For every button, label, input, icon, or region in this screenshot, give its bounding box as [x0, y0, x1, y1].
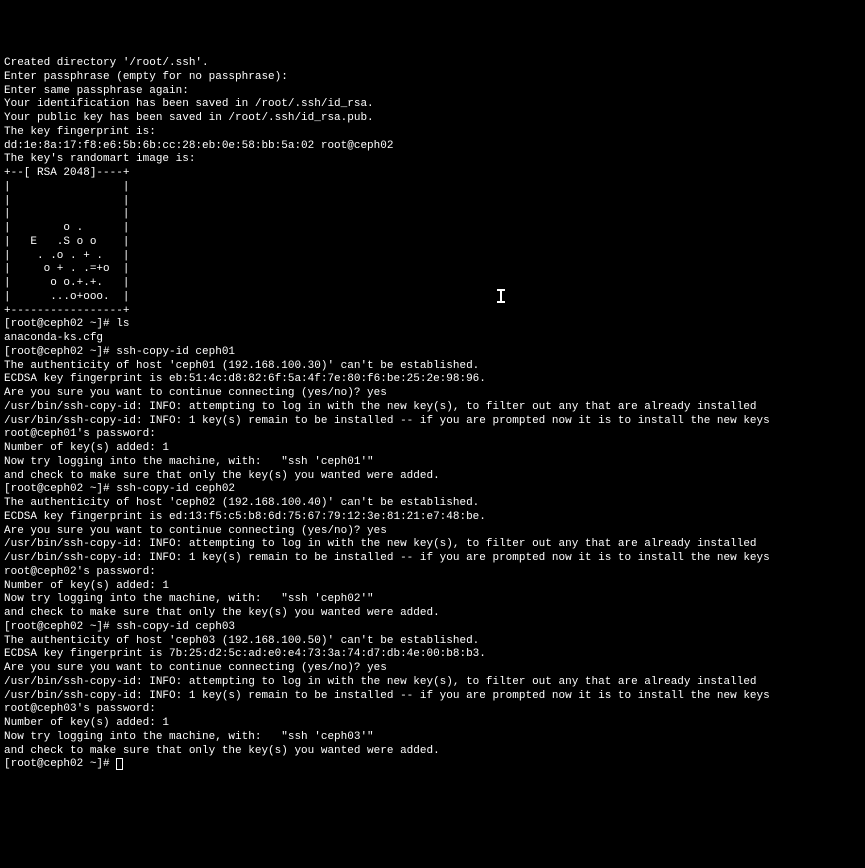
terminal-line: Created directory '/root/.ssh'. [4, 57, 861, 71]
terminal-line: and check to make sure that only the key… [4, 745, 861, 759]
terminal-line: Your identification has been saved in /r… [4, 98, 861, 112]
terminal-line: The authenticity of host 'ceph03 (192.16… [4, 635, 861, 649]
terminal-line: ECDSA key fingerprint is eb:51:4c:d8:82:… [4, 373, 861, 387]
terminal-line: root@ceph02's password: [4, 566, 861, 580]
terminal-line: /usr/bin/ssh-copy-id: INFO: 1 key(s) rem… [4, 415, 861, 429]
terminal[interactable]: Created directory '/root/.ssh'.Enter pas… [4, 57, 861, 758]
terminal-line: +--[ RSA 2048]----+ [4, 167, 861, 181]
terminal-line: | o + . .=+o | [4, 263, 861, 277]
terminal-line: Now try logging into the machine, with: … [4, 456, 861, 470]
terminal-line: | . .o . + . | [4, 250, 861, 264]
terminal-line: /usr/bin/ssh-copy-id: INFO: attempting t… [4, 676, 861, 690]
terminal-line: Are you sure you want to continue connec… [4, 387, 861, 401]
cursor-block [116, 758, 123, 770]
terminal-line: Enter same passphrase again: [4, 85, 861, 99]
terminal-line: Number of key(s) added: 1 [4, 580, 861, 594]
terminal-line: /usr/bin/ssh-copy-id: INFO: 1 key(s) rem… [4, 552, 861, 566]
terminal-line: Your public key has been saved in /root/… [4, 112, 861, 126]
terminal-line: | | [4, 195, 861, 209]
terminal-line: Number of key(s) added: 1 [4, 442, 861, 456]
terminal-line: | | [4, 208, 861, 222]
terminal-line: root@ceph03's password: [4, 703, 861, 717]
terminal-line: root@ceph01's password: [4, 428, 861, 442]
terminal-line: [root@ceph02 ~]# ssh-copy-id ceph01 [4, 346, 861, 360]
terminal-line: [root@ceph02 ~]# ls [4, 318, 861, 332]
terminal-line: ECDSA key fingerprint is ed:13:f5:c5:b8:… [4, 511, 861, 525]
terminal-line: and check to make sure that only the key… [4, 607, 861, 621]
terminal-line: The key fingerprint is: [4, 126, 861, 140]
terminal-line: Now try logging into the machine, with: … [4, 731, 861, 745]
terminal-line: +-----------------+ [4, 305, 861, 319]
terminal-line: Now try logging into the machine, with: … [4, 593, 861, 607]
terminal-line: [root@ceph02 ~]# ssh-copy-id ceph02 [4, 483, 861, 497]
terminal-line: ECDSA key fingerprint is 7b:25:d2:5c:ad:… [4, 648, 861, 662]
terminal-line: | o . | [4, 222, 861, 236]
terminal-line: The authenticity of host 'ceph02 (192.16… [4, 497, 861, 511]
terminal-line: | E .S o o | [4, 236, 861, 250]
terminal-line: | ...o+ooo. | [4, 291, 861, 305]
terminal-line: and check to make sure that only the key… [4, 470, 861, 484]
terminal-line: anaconda-ks.cfg [4, 332, 861, 346]
terminal-line: /usr/bin/ssh-copy-id: INFO: 1 key(s) rem… [4, 690, 861, 704]
terminal-line: | o o.+.+. | [4, 277, 861, 291]
terminal-line: The authenticity of host 'ceph01 (192.16… [4, 360, 861, 374]
terminal-line: Are you sure you want to continue connec… [4, 525, 861, 539]
terminal-line: [root@ceph02 ~]# ssh-copy-id ceph03 [4, 621, 861, 635]
terminal-line: /usr/bin/ssh-copy-id: INFO: attempting t… [4, 401, 861, 415]
terminal-line: The key's randomart image is: [4, 153, 861, 167]
terminal-line: dd:1e:8a:17:f8:e6:5b:6b:cc:28:eb:0e:58:b… [4, 140, 861, 154]
terminal-line: Are you sure you want to continue connec… [4, 662, 861, 676]
terminal-line: Number of key(s) added: 1 [4, 717, 861, 731]
terminal-line: Enter passphrase (empty for no passphras… [4, 71, 861, 85]
terminal-line: /usr/bin/ssh-copy-id: INFO: attempting t… [4, 538, 861, 552]
prompt: [root@ceph02 ~]# [4, 758, 116, 770]
terminal-line: | | [4, 181, 861, 195]
